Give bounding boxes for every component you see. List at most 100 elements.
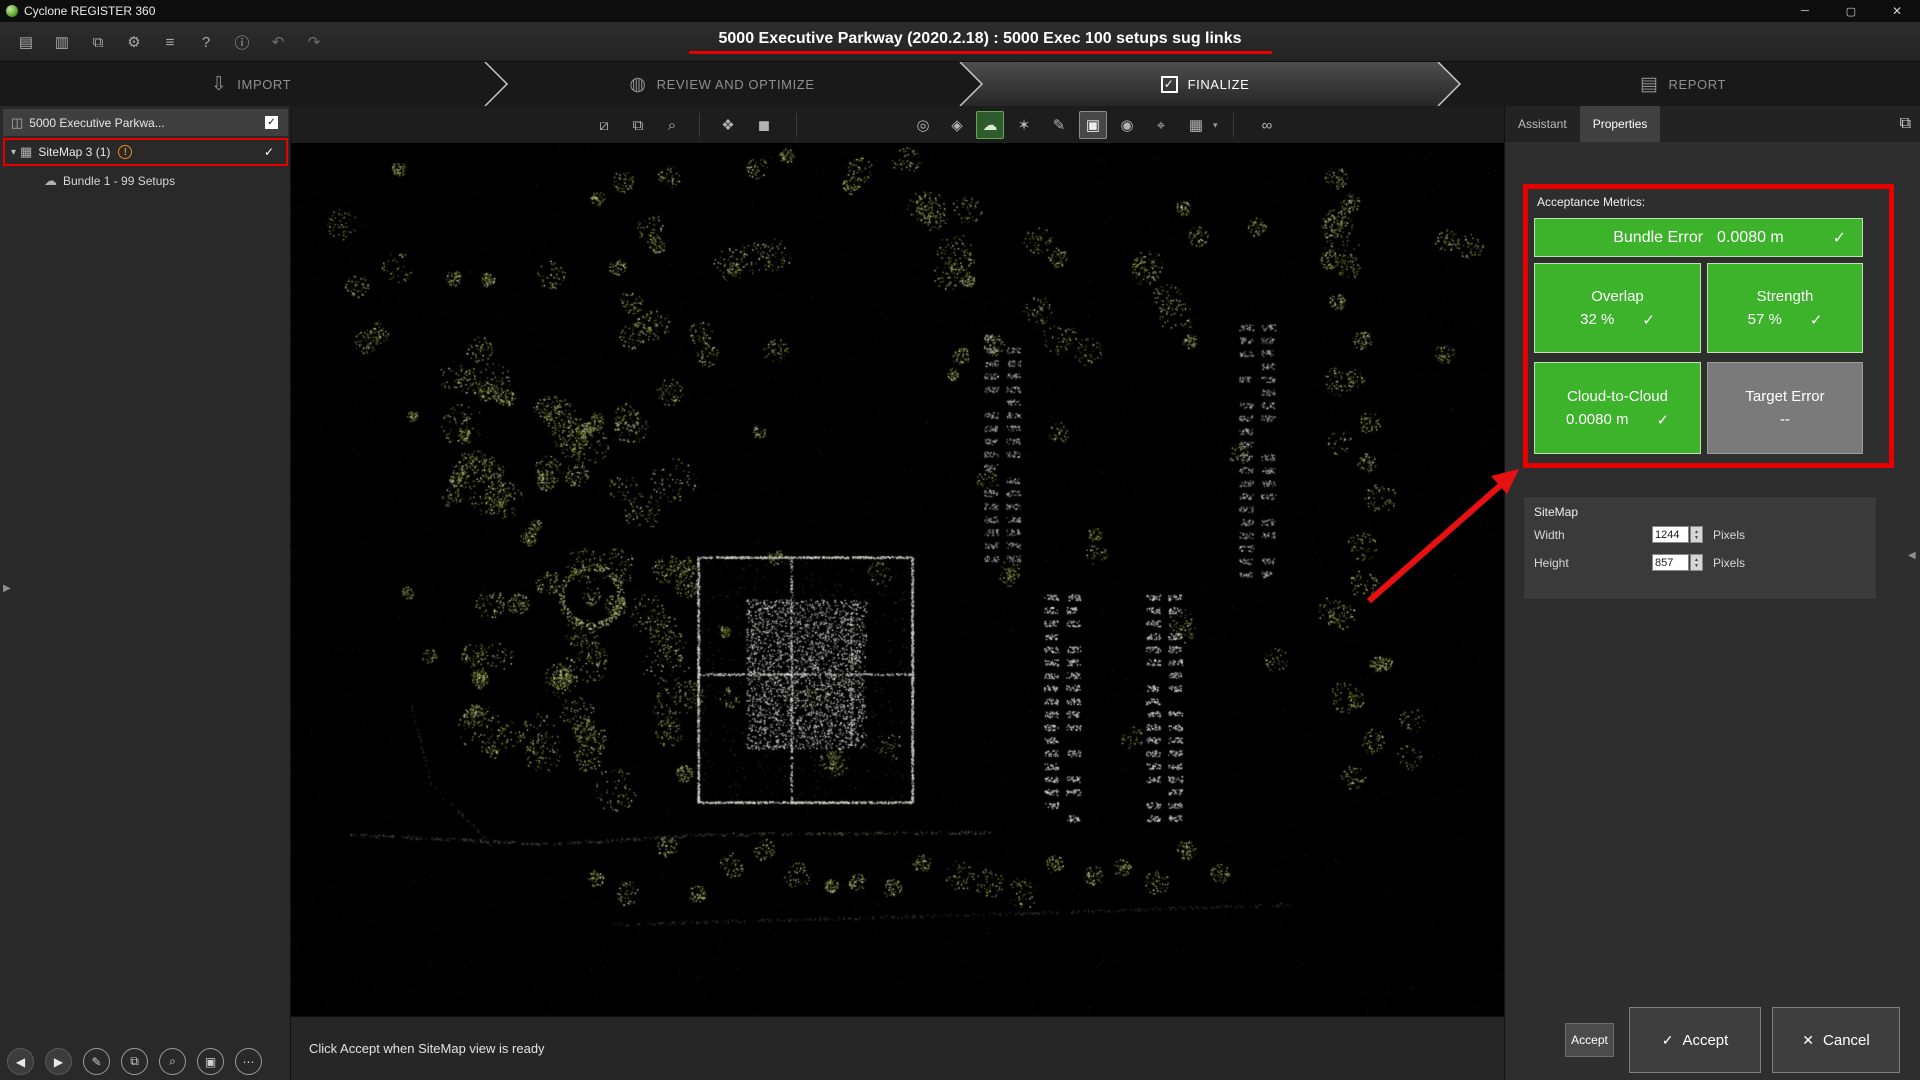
accept-quick-button[interactable]: Accept <box>1565 1023 1614 1057</box>
sitemap-check[interactable]: ✓ <box>264 145 274 159</box>
left-collapse-handle[interactable]: ▶ <box>3 583 11 594</box>
strength-check-icon: ✓ <box>1810 311 1823 329</box>
height-stepper-down-icon[interactable]: ▼ <box>1694 563 1699 569</box>
sitemap-icon: ▦ <box>20 144 32 160</box>
cancel-button[interactable]: ✕ Cancel <box>1772 1007 1900 1073</box>
cancel-button-label: Cancel <box>1823 1032 1870 1049</box>
cancel-x-icon: ✕ <box>1802 1032 1814 1049</box>
star-tool-icon[interactable]: ✶ <box>1010 111 1038 139</box>
cloud-tool-icon[interactable]: ☁ <box>976 111 1004 139</box>
link-tool-icon[interactable]: ∞ <box>1253 111 1281 139</box>
strength-label: Strength <box>1757 288 1814 305</box>
slice-tool-icon[interactable]: ⧄ <box>590 111 618 139</box>
overlap-value: 32 % <box>1580 311 1614 329</box>
cloud-to-cloud-label: Cloud-to-Cloud <box>1567 388 1668 405</box>
cloud-to-cloud-metric: Cloud-to-Cloud 0.0080 m ✓ <box>1534 362 1701 454</box>
target-tool-icon[interactable]: ◎ <box>909 111 937 139</box>
tab-properties[interactable]: Properties <box>1580 106 1661 142</box>
bundle-error-label: Bundle Error <box>1613 229 1703 247</box>
canvas-statusbar: Click Accept when SiteMap view is ready <box>291 1016 1504 1080</box>
maximize-button[interactable]: ▢ <box>1828 0 1874 22</box>
width-unit: Pixels <box>1713 528 1745 542</box>
tree-item-bundle[interactable]: ☁ Bundle 1 - 99 Setups <box>0 168 291 193</box>
zoom-window-icon[interactable]: ⌕ <box>658 111 686 139</box>
tag-tool-icon[interactable]: ◈ <box>943 111 971 139</box>
nav-forward-button[interactable]: ▶ <box>45 1048 72 1075</box>
width-label: Width <box>1534 528 1565 542</box>
bundle-error-value: 0.0080 m <box>1717 229 1784 247</box>
main-toolbar: ▤ ▥ ⧉ ⚙ ≡ ? ⓘ ↶ ↷ 5000 Executive Parkway… <box>0 22 1920 62</box>
report-icon: ▤ <box>1640 73 1659 96</box>
tree-item-project[interactable]: ◫ 5000 Executive Parkwa... ✓ <box>3 109 288 136</box>
settings-gear-icon[interactable]: ⚙ <box>124 33 144 51</box>
cloud-to-cloud-value: 0.0080 m <box>1566 411 1629 429</box>
minimize-button[interactable]: ─ <box>1782 0 1828 22</box>
strength-metric: Strength 57 % ✓ <box>1707 263 1863 353</box>
cloud-to-cloud-check-icon: ✓ <box>1656 411 1669 429</box>
sitemap-label: SiteMap 3 (1) <box>38 145 110 159</box>
right-collapse-handle[interactable]: ◀ <box>1908 550 1916 561</box>
toolbar-divider <box>699 113 700 137</box>
metrics-heading: Acceptance Metrics: <box>1537 195 1645 209</box>
sitemap-view-icon[interactable]: ▣ <box>1079 111 1107 139</box>
link-views-icon[interactable]: ❖ <box>714 111 742 139</box>
open-project-icon[interactable]: ▤ <box>16 33 36 51</box>
nav-zoom-button[interactable]: ⌕ <box>159 1048 186 1075</box>
width-stepper-down-icon[interactable]: ▼ <box>1694 535 1699 541</box>
nav-more-button[interactable]: ⋯ <box>235 1048 262 1075</box>
target-error-label: Target Error <box>1745 388 1824 405</box>
camera-tool-icon[interactable]: ◉ <box>1113 111 1141 139</box>
overlap-label: Overlap <box>1591 288 1644 305</box>
tree-item-sitemap[interactable]: ▾ ▦ SiteMap 3 (1) ! ✓ <box>3 138 288 166</box>
panels-icon[interactable]: ⧉ <box>88 34 108 51</box>
fill-view-icon[interactable]: ◼ <box>750 111 778 139</box>
save-project-icon[interactable]: ▥ <box>52 33 72 51</box>
close-button[interactable]: ✕ <box>1874 0 1920 22</box>
nav-duplicate-button[interactable]: ⧉ <box>121 1048 148 1075</box>
acceptance-metrics-annotation-rect: Acceptance Metrics: Bundle Error 0.0080 … <box>1523 184 1894 468</box>
panel-tabs: Assistant Properties ⧉ <box>1505 106 1920 142</box>
ucs-dropdown-caret-icon[interactable]: ▾ <box>1213 120 1218 131</box>
project-checkbox[interactable]: ✓ <box>265 116 278 129</box>
window-controls: ─ ▢ ✕ <box>1782 0 1920 22</box>
tab-report[interactable]: ▤ REPORT <box>1523 62 1843 106</box>
pen-tool-icon[interactable]: ✎ <box>1045 111 1073 139</box>
tab-finalize-label: FINALIZE <box>1188 77 1250 92</box>
list-icon[interactable]: ≡ <box>160 34 180 51</box>
tab-report-label: REPORT <box>1669 77 1727 92</box>
copy-view-icon[interactable]: ⧉ <box>624 111 652 139</box>
tab-review-optimize[interactable]: ◍ REVIEW AND OPTIMIZE <box>562 62 882 106</box>
panel-expand-icon[interactable]: ⧉ <box>1900 115 1911 133</box>
height-stepper[interactable]: ▲ ▼ <box>1690 554 1703 571</box>
width-input[interactable] <box>1652 526 1689 543</box>
workflow-tabbar: ⇩ IMPORT ◍ REVIEW AND OPTIMIZE ✓ FINALIZ… <box>0 62 1920 106</box>
expander-caret-icon[interactable]: ▾ <box>11 147 16 158</box>
width-stepper[interactable]: ▲ ▼ <box>1690 526 1703 543</box>
status-text: Click Accept when SiteMap view is ready <box>309 1041 545 1056</box>
toolbar-icons: ▤ ▥ ⧉ ⚙ ≡ ? ⓘ ↶ ↷ <box>16 22 324 62</box>
accept-check-icon: ✓ <box>1662 1032 1674 1049</box>
accept-button[interactable]: ✓ Accept <box>1629 1007 1761 1073</box>
accept-button-label: Accept <box>1682 1032 1728 1049</box>
info-icon[interactable]: ⓘ <box>232 32 252 53</box>
sitemap-point-cloud-viewport[interactable] <box>291 144 1504 1016</box>
import-icon: ⇩ <box>211 73 228 96</box>
tab-review-label: REVIEW AND OPTIMIZE <box>657 77 815 92</box>
help-icon[interactable]: ? <box>196 34 216 51</box>
tab-assistant[interactable]: Assistant <box>1505 106 1580 142</box>
height-label: Height <box>1534 556 1569 570</box>
canvas-toolbar: ⧄ ⧉ ⌕ ❖ ◼ ◎ ◈ ☁ ✶ ✎ ▣ ◉ ⌖ ▦ ▾ ∞ <box>291 106 1504 144</box>
height-input[interactable] <box>1652 554 1689 571</box>
warning-icon: ! <box>118 145 132 159</box>
tab-import[interactable]: ⇩ IMPORT <box>91 62 411 106</box>
undo-icon[interactable]: ↶ <box>268 33 288 51</box>
tab-finalize[interactable]: ✓ FINALIZE <box>1045 62 1365 106</box>
project-tree-sidebar: ◫ 5000 Executive Parkwa... ✓ ▾ ▦ SiteMap… <box>0 106 291 1080</box>
app-logo-icon <box>6 5 18 17</box>
nav-edit-button[interactable]: ✎ <box>83 1048 110 1075</box>
redo-icon[interactable]: ↷ <box>304 33 324 51</box>
nav-image-button[interactable]: ▣ <box>197 1048 224 1075</box>
ucs-tool-icon[interactable]: ▦ <box>1182 111 1210 139</box>
nav-back-button[interactable]: ◀ <box>7 1048 34 1075</box>
geotag-tool-icon[interactable]: ⌖ <box>1147 111 1175 139</box>
